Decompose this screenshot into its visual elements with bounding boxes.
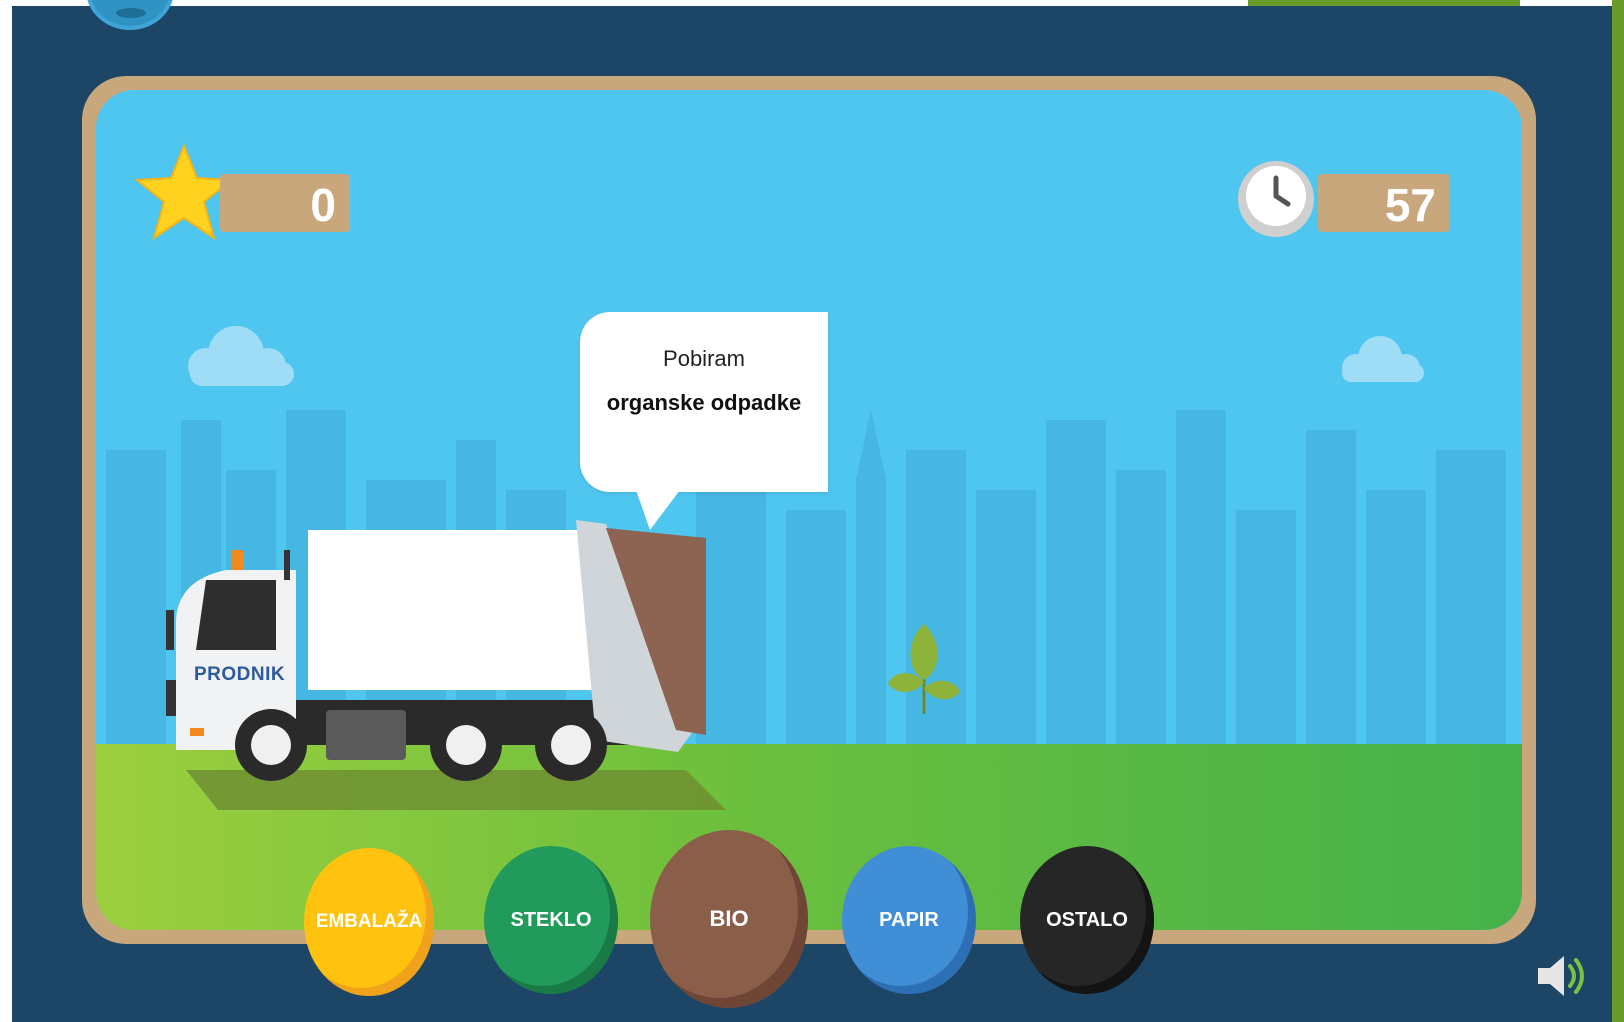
bin-embalaza-button[interactable]: EMBALAŽA <box>304 848 434 996</box>
side-accent-strip <box>1612 0 1624 1022</box>
speech-line-1: Pobiram <box>663 346 745 371</box>
timer-counter: 57 <box>1318 174 1450 232</box>
timer-value: 57 <box>1384 179 1436 231</box>
star-icon <box>134 143 234 241</box>
bin-papir-button[interactable]: PAPIR <box>842 846 976 994</box>
bin-bio-button[interactable]: BIO <box>650 830 808 1008</box>
leaf-icon <box>888 624 960 714</box>
score-value: 0 <box>310 179 336 231</box>
top-accent-strip <box>1248 0 1520 6</box>
game-scene: PRODNIK Pobiram organske odpadke 0 57 <box>96 90 1522 930</box>
cloud-icon <box>1342 336 1424 382</box>
speech-line-2: organske odpadke <box>606 390 802 415</box>
cloud-icon <box>188 326 294 386</box>
score-counter: 0 <box>220 174 350 232</box>
game-board: PRODNIK Pobiram organske odpadke 0 57 <box>82 76 1536 944</box>
speech-bubble-tail <box>636 490 680 530</box>
speech-bubble: Pobiram organske odpadke <box>580 312 828 492</box>
clock-icon <box>1238 161 1314 237</box>
bin-ostalo-button[interactable]: OSTALO <box>1020 846 1154 994</box>
bin-steklo-button[interactable]: STEKLO <box>484 846 618 994</box>
truck-brand-label: PRODNIK <box>194 664 286 685</box>
speaker-icon[interactable] <box>1534 950 1590 1002</box>
